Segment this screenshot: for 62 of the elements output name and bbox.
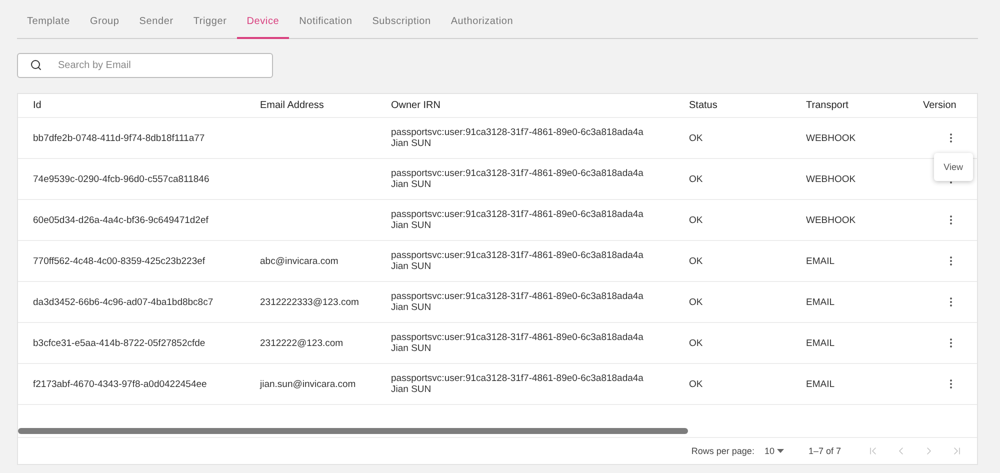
menu-item[interactable]: View — [934, 159, 973, 175]
table-cell-text: WEBHOOK — [806, 174, 857, 184]
tab[interactable]: Subscription — [362, 6, 441, 39]
table-cell-text: OK — [689, 296, 704, 308]
table-cell-text: passportsvc:user:91ca3128-31f7-4861-89e0-6c3a818ada4a — [391, 209, 644, 220]
table-cell-text: Jian SUN — [391, 384, 432, 395]
page-range: 1–7 of 7 — [808, 446, 841, 456]
column-header: Email Address — [260, 100, 325, 111]
search-icon — [30, 59, 42, 71]
table-cell-text: f2173abf-4670-4343-97f8-a0d0422454ee — [33, 378, 208, 390]
table-cell-text: Jian SUN — [391, 261, 432, 272]
table-cell-text: EMAIL — [806, 256, 836, 266]
table-cell-text: OK — [689, 132, 704, 144]
tab[interactable]: Group — [80, 6, 130, 39]
table-cell-text: EMAIL — [806, 378, 836, 390]
table-cell-text: OK — [689, 174, 704, 184]
table-cell-text: WEBHOOK — [806, 132, 857, 144]
table-cell-text: Jian SUN — [391, 343, 432, 354]
table-cell-text: passportsvc:user:91ca3128-31f7-4861-89e0-6c3a818ada4a — [391, 127, 644, 138]
table-cell-text: EMAIL — [806, 338, 836, 348]
table-cell-text: bb7dfe2b-0748-411d-9f74-8db18f111a77 — [33, 132, 206, 144]
table-cell-text: OK — [689, 378, 704, 390]
table-cell-text: OK — [689, 256, 704, 266]
table-cell-text: EMAIL — [806, 296, 836, 308]
table-cell-text: passportsvc:user:91ca3128-31f7-4861-89e0-6c3a818ada4a — [391, 250, 644, 261]
rows-per-page-label: Rows per page: — [691, 446, 754, 456]
column-header: Id — [33, 100, 42, 111]
caret-icon — [777, 449, 784, 453]
table-cell-text: jian.sun@invicara.com — [260, 378, 357, 390]
table-cell-text: Jian SUN — [391, 302, 432, 313]
table-cell-text: passportsvc:user:91ca3128-31f7-4861-89e0-6c3a818ada4a — [391, 168, 644, 179]
column-header: Version — [923, 100, 958, 111]
search-field[interactable]: Search by Email — [17, 53, 273, 78]
table-cell-text: abc@invicara.com — [260, 256, 340, 266]
table-cell-text: OK — [689, 338, 704, 348]
tab[interactable]: Device — [236, 6, 290, 39]
table-cell-text: 2312222333@123.com — [260, 296, 360, 308]
table-cell-text: 2312222@123.com — [260, 338, 344, 348]
table-cell-text: da3d3452-66b6-4c96-ad07-4ba1bd8bc8c7 — [33, 296, 214, 308]
table-cell-text: 770ff562-4c48-4c00-8359-425c23b223ef — [33, 256, 206, 266]
table-cell-text: 60e05d34-d26a-4a4c-bf36-9c649471d2ef — [33, 214, 210, 226]
first-page-icon — [867, 445, 879, 457]
table-cell-text: b3cfce31-e5aa-414b-8722-05f27852cfde — [33, 338, 206, 348]
table-cell-text: passportsvc:user:91ca3128-31f7-4861-89e0-6c3a818ada4a — [391, 373, 644, 384]
tab[interactable]: Authorization — [440, 6, 524, 39]
table-cell-text: passportsvc:user:91ca3128-31f7-4861-89e0-6c3a818ada4a — [391, 291, 644, 302]
tab[interactable]: Trigger — [183, 6, 237, 39]
table-cell-text: Jian SUN — [391, 220, 432, 231]
last-page-icon — [951, 445, 963, 457]
table-cell-text: WEBHOOK — [806, 214, 857, 226]
column-header: Status — [689, 100, 718, 111]
table-cell-text: Jian SUN — [391, 179, 432, 190]
table-cell-text: 74e9539c-0290-4fcb-96d0-c557ca811846 — [33, 174, 210, 184]
tab[interactable]: Sender — [129, 6, 184, 39]
rows-per-page-select[interactable]: 10 — [764, 446, 784, 456]
table-cell-text: passportsvc:user:91ca3128-31f7-4861-89e0-6c3a818ada4a — [391, 332, 644, 343]
column-header: Transport — [806, 100, 850, 111]
tab[interactable]: Template — [17, 6, 80, 39]
column-header: Owner IRN — [391, 100, 442, 111]
table-cell-text: OK — [689, 214, 704, 226]
table-cell-text: Jian SUN — [391, 138, 432, 149]
tab[interactable]: Notification — [289, 6, 362, 39]
